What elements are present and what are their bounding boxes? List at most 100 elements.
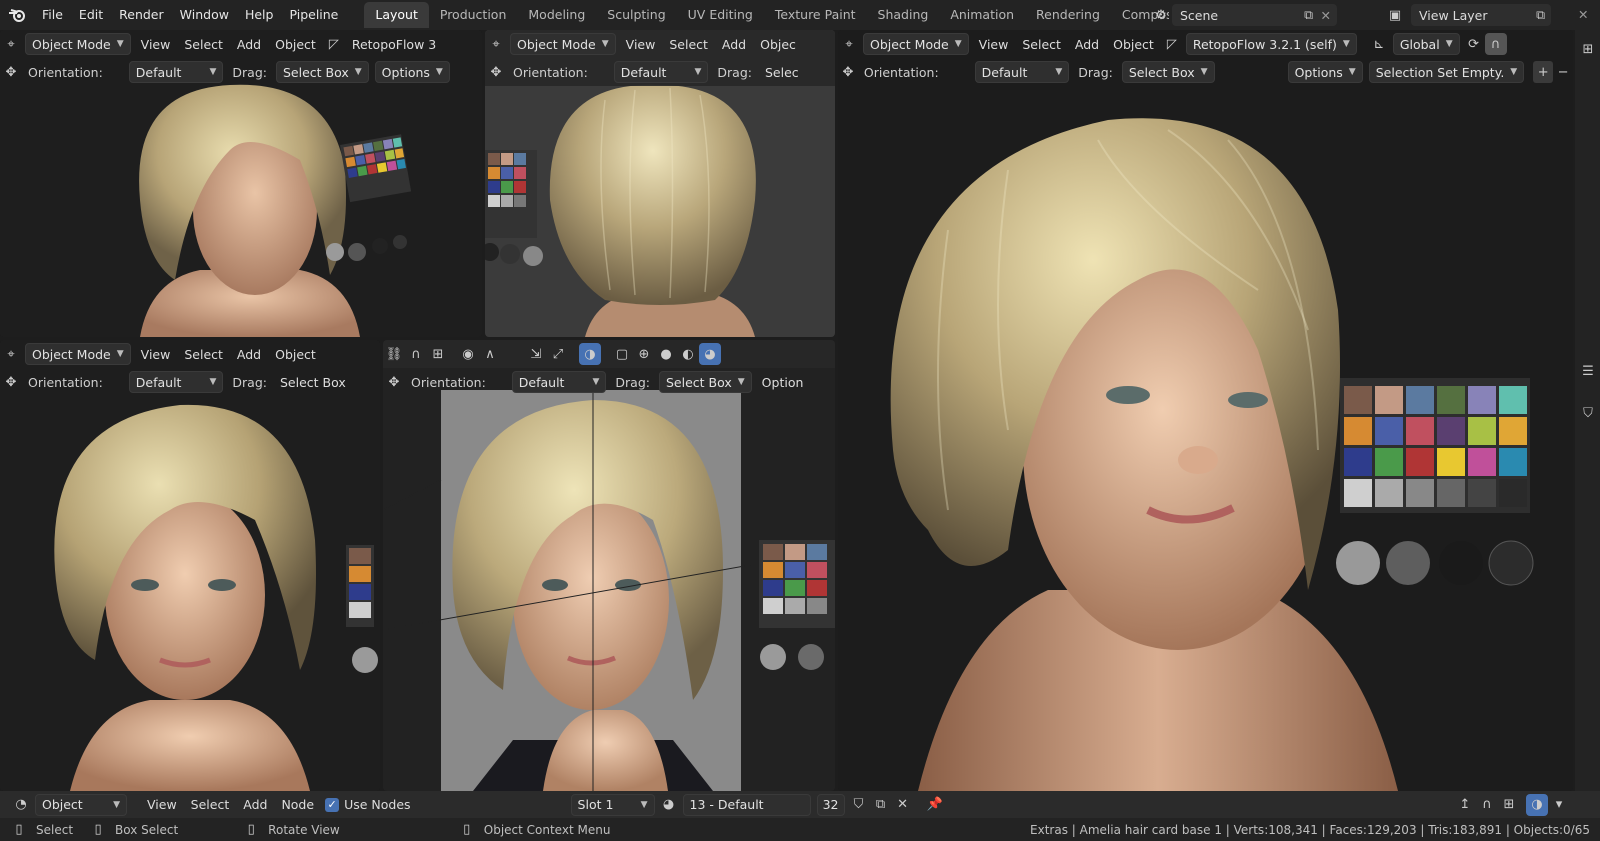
overlays-icon[interactable]: ◑	[579, 343, 601, 365]
duplicate-scene-icon[interactable]: ⧉	[1304, 7, 1313, 23]
menu-add[interactable]: Add	[236, 797, 274, 812]
add-selection-set-icon[interactable]: +	[1533, 61, 1554, 83]
menu-object[interactable]: Object	[268, 37, 323, 52]
menu-help[interactable]: Help	[237, 0, 282, 30]
menu-object[interactable]: Object	[268, 347, 323, 362]
move-tool-icon[interactable]: ✥	[0, 61, 22, 83]
proportional-edit-icon[interactable]: ◉	[457, 343, 479, 365]
view-layer-icon[interactable]: ▣	[1384, 4, 1406, 26]
tab-layout[interactable]: Layout	[364, 2, 429, 28]
menu-edit[interactable]: Edit	[71, 0, 111, 30]
menu-select[interactable]: Select	[1015, 37, 1068, 52]
orientation-dropdown[interactable]: Default ▼	[128, 61, 224, 83]
sidebar-toggle-icon[interactable]: ☰	[1577, 360, 1599, 382]
shading-rendered-icon[interactable]: ◕	[699, 343, 721, 365]
parent-node-icon[interactable]: ↥	[1454, 794, 1476, 816]
blender-logo-icon[interactable]	[0, 0, 34, 30]
shading-solid-icon[interactable]: ●	[655, 343, 677, 365]
viewport-top-middle[interactable]: ⌖ Object Mode ▼ View Select Add Objec ✥ O…	[485, 30, 835, 337]
shader-type-dropdown[interactable]: Object ▼	[35, 793, 127, 816]
menu-add[interactable]: Add	[230, 347, 268, 362]
xray-icon[interactable]: ▢	[611, 343, 633, 365]
viewport-bottom-middle[interactable]: ⛓ ∩ ⊞ ◉ ∧ ⇲ ⤢ ◑ ▢ ⊕ ● ◐ ◕ ✥ Orientation:…	[383, 340, 835, 791]
mode-dropdown[interactable]: Object Mode ▼	[25, 33, 131, 55]
transform-orientation-icon[interactable]: ⊾	[1368, 33, 1390, 55]
tab-animation[interactable]: Animation	[939, 2, 1025, 28]
tab-uv-editing[interactable]: UV Editing	[677, 2, 764, 28]
menu-node[interactable]: Node	[274, 797, 321, 812]
visibility-icon[interactable]: ⇲	[525, 343, 547, 365]
overlays-icon[interactable]: ◑	[1526, 793, 1548, 816]
menu-select[interactable]: Select	[662, 37, 715, 52]
menu-select[interactable]: Select	[177, 347, 230, 362]
editor-type-icon[interactable]: ⌖	[0, 343, 22, 365]
mode-dropdown[interactable]: Object Mode ▼	[863, 33, 969, 55]
material-users-count[interactable]: 32	[816, 793, 845, 816]
transform-pivot-icon[interactable]: ◸	[323, 33, 345, 55]
gizmo-icon[interactable]: ⤢	[547, 343, 569, 365]
selection-set-dropdown[interactable]: Selection Set Empty. ▼	[1368, 61, 1525, 83]
viewport-bottom-left[interactable]: ⌖ Object Mode ▼ View Select Add Object ✥ …	[0, 340, 380, 791]
tab-rendering[interactable]: Rendering	[1025, 2, 1111, 28]
remove-selection-set-icon[interactable]: −	[1553, 61, 1573, 83]
drag-dropdown[interactable]: Select Box ▼	[658, 371, 752, 393]
menu-view[interactable]: View	[134, 347, 178, 362]
use-nodes-toggle[interactable]: ✓ Use Nodes	[325, 797, 411, 812]
orientation-dropdown[interactable]: Default ▼	[511, 371, 607, 393]
drag-dropdown[interactable]: Select Box	[273, 375, 353, 390]
menu-window[interactable]: Window	[172, 0, 237, 30]
editor-type-icon[interactable]: ◔	[10, 794, 32, 816]
retopoflow-menu[interactable]: RetopoFlow 3	[345, 37, 443, 52]
material-name-field[interactable]: 13 - Default	[682, 793, 811, 816]
drag-dropdown[interactable]: Select Box ▼	[275, 61, 369, 83]
tab-modeling[interactable]: Modeling	[517, 2, 596, 28]
menu-add[interactable]: Add	[1068, 37, 1106, 52]
view-layer-selector[interactable]: View Layer ⧉	[1411, 4, 1551, 26]
falloff-icon[interactable]: ∧	[479, 343, 501, 365]
move-tool-icon[interactable]: ✥	[838, 61, 858, 83]
shading-wireframe-icon[interactable]: ⊕	[633, 343, 655, 365]
editor-type-icon[interactable]: ⌖	[485, 33, 507, 55]
drag-dropdown[interactable]: Select Box ▼	[1121, 61, 1215, 83]
snap-grid-icon[interactable]: ⊞	[1498, 794, 1520, 816]
filter-icon[interactable]: ⛉	[1577, 402, 1599, 424]
viewport-main[interactable]: ⌖ Object Mode ▼ View Select Add Object ◸ …	[838, 30, 1573, 791]
menu-object[interactable]: Object	[1106, 37, 1161, 52]
menu-render[interactable]: Render	[111, 0, 172, 30]
editor-type-icon[interactable]: ⌖	[838, 33, 860, 55]
menu-file[interactable]: File	[34, 0, 71, 30]
tab-production[interactable]: Production	[429, 2, 518, 28]
orientation-dropdown[interactable]: Default ▼	[974, 61, 1070, 83]
link-icon[interactable]: ⛓	[383, 343, 405, 365]
pivot-point-icon[interactable]: ⟳	[1463, 33, 1485, 55]
menu-pipeline[interactable]: Pipeline	[281, 0, 346, 30]
mode-dropdown[interactable]: Object Mode ▼	[510, 33, 616, 55]
transform-pivot-icon[interactable]: ◸	[1161, 33, 1183, 55]
snap-icon[interactable]: ∩	[1484, 33, 1507, 55]
menu-object[interactable]: Objec	[753, 37, 803, 52]
grid-icon[interactable]: ⊞	[1577, 38, 1599, 60]
move-tool-icon[interactable]: ✥	[0, 371, 22, 393]
mode-dropdown[interactable]: Object Mode ▼	[25, 343, 131, 365]
pin-icon[interactable]: 📌	[924, 794, 946, 816]
scene-selector[interactable]: Scene ⧉ ✕	[1172, 4, 1337, 26]
menu-select[interactable]: Select	[184, 797, 237, 812]
snap-icon[interactable]: ∩	[405, 343, 427, 365]
options-dropdown[interactable]: Option	[755, 375, 811, 390]
orientation-dropdown[interactable]: Default ▼	[613, 61, 709, 83]
menu-add[interactable]: Add	[230, 37, 268, 52]
close-scene-icon[interactable]: ✕	[1321, 8, 1331, 23]
snap-increment-icon[interactable]: ⊞	[427, 343, 449, 365]
menu-view[interactable]: View	[972, 37, 1016, 52]
transform-orientation-dropdown[interactable]: Global ▼	[1392, 33, 1460, 55]
duplicate-view-layer-icon[interactable]: ⧉	[1536, 7, 1545, 23]
retopoflow-dropdown[interactable]: RetopoFlow 3.2.1 (self) ▼	[1185, 33, 1357, 55]
scene-icon[interactable]: ⚙	[1150, 4, 1172, 26]
tab-sculpting[interactable]: Sculpting	[596, 2, 676, 28]
chevron-down-icon[interactable]: ▾	[1548, 794, 1570, 816]
tab-texture-paint[interactable]: Texture Paint	[764, 2, 867, 28]
menu-select[interactable]: Select	[177, 37, 230, 52]
move-tool-icon[interactable]: ✥	[485, 61, 507, 83]
tab-shading[interactable]: Shading	[867, 2, 940, 28]
orientation-dropdown[interactable]: Default ▼	[128, 371, 224, 393]
